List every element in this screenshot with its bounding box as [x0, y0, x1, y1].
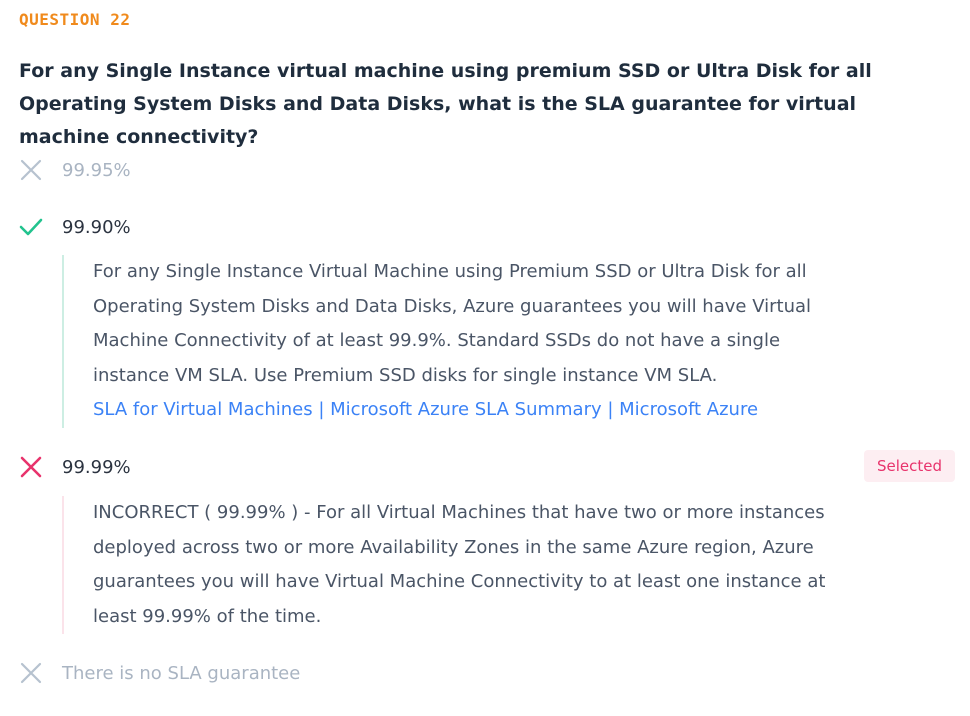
option-99-95[interactable]: 99.95% — [19, 155, 131, 185]
x-icon — [19, 661, 43, 685]
correct-explanation: For any Single Instance Virtual Machine … — [62, 255, 853, 428]
option-label: 99.95% — [62, 159, 131, 181]
x-icon — [19, 158, 43, 182]
option-no-sla[interactable]: There is no SLA guarantee — [19, 658, 300, 688]
explanation-text: For any Single Instance Virtual Machine … — [93, 261, 812, 386]
option-label: 99.99% — [62, 456, 131, 478]
selected-badge: Selected — [863, 450, 955, 482]
question-page: QUESTION 22 For any Single Instance virt… — [0, 0, 970, 716]
option-99-90[interactable]: 99.90% — [19, 212, 131, 242]
explanation-text: INCORRECT ( 99.99% ) - For all Virtual M… — [93, 502, 826, 627]
question-number: QUESTION 22 — [19, 10, 131, 29]
incorrect-explanation: INCORRECT ( 99.99% ) - For all Virtual M… — [62, 496, 853, 635]
option-99-99[interactable]: 99.99% — [19, 452, 131, 482]
question-text: For any Single Instance virtual machine … — [19, 60, 872, 148]
option-label: There is no SLA guarantee — [62, 662, 301, 684]
option-label: 99.90% — [62, 216, 131, 238]
x-icon — [19, 455, 43, 479]
check-icon — [19, 215, 43, 239]
sla-link[interactable]: SLA for Virtual Machines | Microsoft Azu… — [93, 399, 758, 420]
